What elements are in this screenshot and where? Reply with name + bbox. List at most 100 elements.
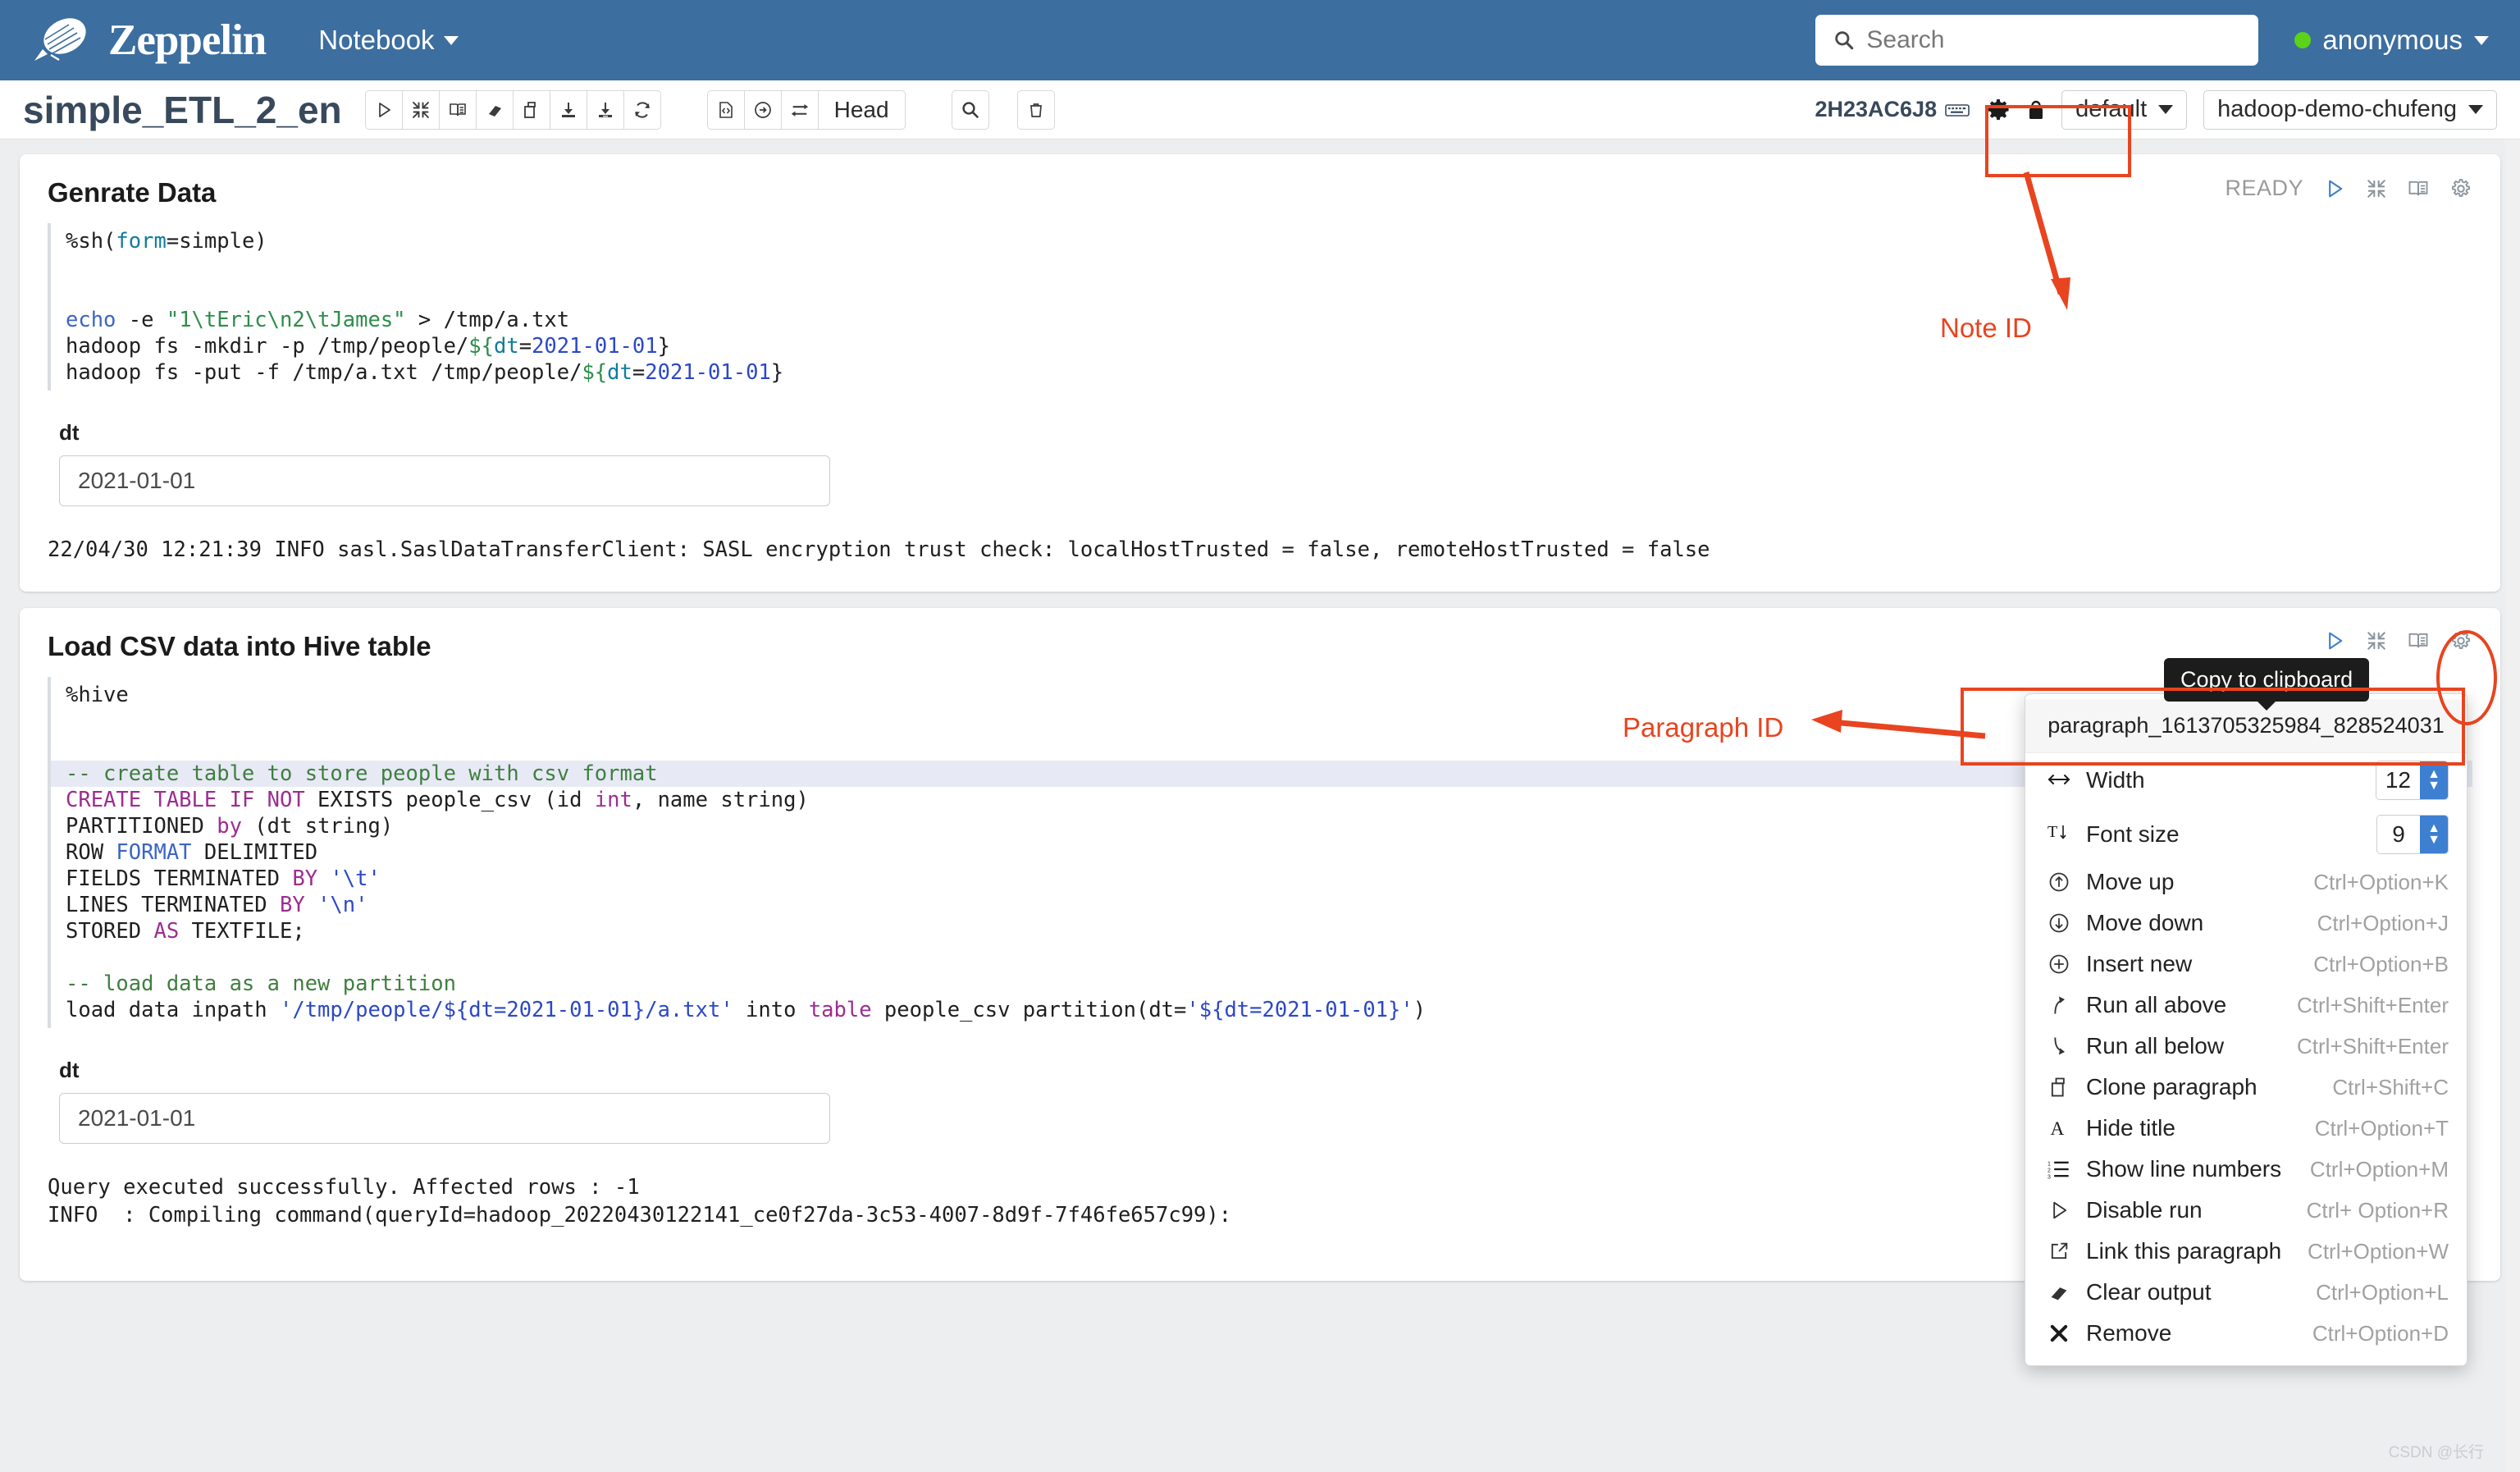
menu-item-shortcut: Ctrl+Option+L xyxy=(2316,1279,2449,1305)
code-line: hadoop fs -mkdir -p /tmp/people/${dt=202… xyxy=(66,334,670,359)
run-paragraph-button[interactable] xyxy=(2323,629,2346,652)
menu-item-shortcut: Ctrl+Option+M xyxy=(2309,1156,2449,1182)
clone-note-button[interactable] xyxy=(512,89,550,130)
code-line: load data inpath '/tmp/people/${dt=2021-… xyxy=(66,998,1427,1022)
menu-item-label: Move up xyxy=(2086,869,2175,894)
head-label: Head xyxy=(833,96,889,122)
menu-item-remove[interactable]: Remove Ctrl+Option+D xyxy=(2025,1313,2467,1354)
online-status-icon xyxy=(2294,32,2312,48)
brand[interactable]: Zeppelin xyxy=(31,16,267,65)
menu-item-insert-new[interactable]: Insert new Ctrl+Option+B xyxy=(2025,944,2467,985)
menu-item-hide-title[interactable]: A Hide title Ctrl+Option+T xyxy=(2025,1108,2467,1149)
paragraph-id-value[interactable]: paragraph_1613705325984_828524031 xyxy=(2025,699,2467,753)
permission-select-value: default xyxy=(2075,96,2148,122)
menu-item-run-all-below[interactable]: Run all below Ctrl+Shift+Enter xyxy=(2025,1026,2467,1067)
code-view-button[interactable] xyxy=(706,89,745,130)
chevron-down-icon xyxy=(443,35,459,45)
lock-icon[interactable] xyxy=(2027,98,2045,121)
top-navbar: Zeppelin Notebook Search anonymous xyxy=(0,0,2520,80)
run-all-paragraphs-button[interactable] xyxy=(364,89,403,130)
form-input-dt[interactable]: 2021-01-01 xyxy=(59,455,830,506)
paragraph-settings-button[interactable] xyxy=(2449,629,2472,652)
export-note-button[interactable] xyxy=(549,89,587,130)
note-toolbar-right: 2H23AC6J8 default hadoop-demo-chufeng xyxy=(1815,89,2497,130)
menu-item-shortcut: Ctrl+Shift+Enter xyxy=(2297,1033,2449,1058)
download-icon xyxy=(561,102,575,117)
menu-item-run-all-above[interactable]: Run all above Ctrl+Shift+Enter xyxy=(2025,985,2467,1026)
menu-item-label: Remove xyxy=(2086,1320,2172,1346)
vertical-scrollbar-track[interactable] xyxy=(2505,139,2520,1472)
interpreter-select[interactable]: hadoop-demo-chufeng xyxy=(2203,89,2497,130)
collapse-all-button[interactable] xyxy=(401,89,440,130)
paragraph-controls: READY xyxy=(2225,176,2472,201)
toggle-editor-button[interactable] xyxy=(2407,629,2430,652)
menu-item-label: Run all above xyxy=(2086,992,2227,1017)
search-icon xyxy=(1835,31,1854,50)
note-toolbar: simple_ETL_2_en Head 2H23AC6J8 default h… xyxy=(0,80,2520,139)
svg-text:1: 1 xyxy=(2048,1161,2051,1167)
clock-arrow-icon xyxy=(754,101,771,118)
menu-item-link-this-paragraph[interactable]: Link this paragraph Ctrl+Option+W xyxy=(2025,1231,2467,1272)
search-input[interactable]: Search xyxy=(1815,15,2259,66)
delete-note-button[interactable] xyxy=(1016,89,1055,130)
note-action-buttons xyxy=(364,89,661,130)
gear-icon[interactable] xyxy=(1986,98,2011,122)
arrows-horizontal-icon xyxy=(2047,767,2071,793)
download-alt-icon xyxy=(598,102,612,117)
reload-note-button[interactable] xyxy=(623,89,661,130)
menu-item-label: Clear output xyxy=(2086,1279,2212,1305)
collapse-icon xyxy=(2367,632,2385,650)
menu-item-label: Insert new xyxy=(2086,951,2193,976)
eraser-icon xyxy=(488,105,501,117)
menu-item-shortcut: Ctrl+Option+J xyxy=(2317,910,2449,935)
nav-notebook-menu[interactable]: Notebook xyxy=(318,25,459,56)
font-size-value: 9 xyxy=(2377,816,2420,853)
show-hide-code-button[interactable] xyxy=(438,89,477,130)
brand-name: Zeppelin xyxy=(108,16,267,64)
form-input-dt[interactable]: 2021-01-01 xyxy=(59,1093,830,1144)
menu-item-move-up[interactable]: Move up Ctrl+Option+K xyxy=(2025,862,2467,903)
external-link-icon xyxy=(2047,1240,2071,1263)
menu-item-clear-output[interactable]: Clear output Ctrl+Option+L xyxy=(2025,1272,2467,1313)
code-line: hadoop fs -put -f /tmp/a.txt /tmp/people… xyxy=(66,360,784,385)
collapse-paragraph-button[interactable] xyxy=(2366,178,2387,199)
chevron-down-icon xyxy=(2474,35,2489,45)
permission-select[interactable]: default xyxy=(2061,89,2188,130)
nav-notebook-label: Notebook xyxy=(318,25,435,55)
stepper-arrows-icon[interactable]: ▲ ▼ xyxy=(2420,816,2448,853)
paragraph-code-editor[interactable]: %sh(form=simple) echo -e "1\tEric\n2\tJa… xyxy=(48,223,2472,391)
search-icon xyxy=(961,101,979,118)
collapse-icon xyxy=(412,101,429,118)
menu-item-shortcut: Ctrl+Option+K xyxy=(2313,869,2449,894)
stepper-arrows-icon[interactable]: ▲ ▼ xyxy=(2420,761,2448,799)
paragraph-title[interactable]: Genrate Data xyxy=(48,177,2472,208)
menu-item-label: Disable run xyxy=(2086,1197,2203,1223)
paragraph-settings-button[interactable] xyxy=(2449,177,2472,200)
menu-item-show-line-numbers[interactable]: 1 2 3 Show line numbers Ctrl+Option+M xyxy=(2025,1149,2467,1190)
commit-button[interactable] xyxy=(743,89,782,130)
font-size-stepper[interactable]: 9 ▲ ▼ xyxy=(2376,815,2449,854)
note-id[interactable]: 2H23AC6J8 xyxy=(1815,97,1970,122)
paragraph-title[interactable]: Load CSV data into Hive table xyxy=(48,631,2472,662)
user-menu[interactable]: anonymous xyxy=(2294,25,2489,56)
compare-revision-button[interactable] xyxy=(780,89,819,130)
collapse-paragraph-button[interactable] xyxy=(2366,630,2387,651)
page-title[interactable]: simple_ETL_2_en xyxy=(23,88,342,132)
menu-item-clone-paragraph[interactable]: Clone paragraph Ctrl+Shift+C xyxy=(2025,1067,2467,1108)
width-stepper[interactable]: 12 ▲ ▼ xyxy=(2375,761,2449,800)
menu-item-move-down[interactable]: Move down Ctrl+Option+J xyxy=(2025,903,2467,944)
menu-item-label: Clone paragraph xyxy=(2086,1074,2258,1099)
paragraph-output: 22/04/30 12:21:39 INFO sasl.SaslDataTran… xyxy=(48,537,1710,562)
clear-all-output-button[interactable] xyxy=(475,89,514,130)
import-note-button[interactable] xyxy=(586,89,624,130)
menu-item-disable-run[interactable]: Disable run Ctrl+ Option+R xyxy=(2025,1190,2467,1231)
head-revision-button[interactable]: Head xyxy=(817,89,906,130)
menu-item-label: Show line numbers xyxy=(2086,1156,2282,1182)
plus-circle-icon xyxy=(2047,953,2071,976)
menu-item-shortcut: Ctrl+Option+W xyxy=(2308,1238,2449,1264)
paragraph-controls xyxy=(2323,629,2472,652)
toggle-editor-button[interactable] xyxy=(2407,177,2430,200)
code-line: LINES TERMINATED BY '\n' xyxy=(66,893,368,917)
search-code-button[interactable] xyxy=(951,89,989,130)
run-paragraph-button[interactable] xyxy=(2323,177,2346,200)
